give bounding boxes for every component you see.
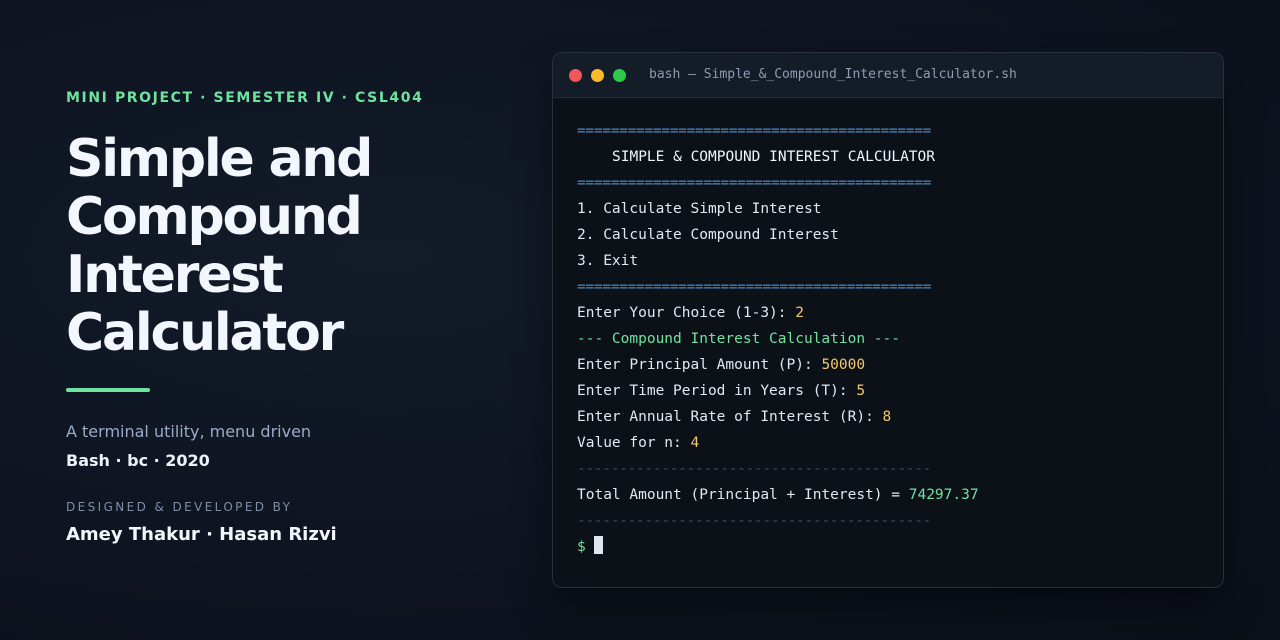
authors: Amey Thakur · Hasan Rizvi bbox=[66, 524, 337, 545]
choice-value: 2 bbox=[795, 305, 804, 321]
tech-stack: Bash · bc · 2020 bbox=[66, 451, 210, 470]
title-line: Simple and bbox=[66, 129, 373, 189]
text-cursor[interactable] bbox=[593, 536, 603, 554]
input-value: 4 bbox=[690, 435, 700, 451]
page-title: Simple and Compound Interest Calculator bbox=[66, 130, 506, 362]
menu-item-exit: 3. Exit bbox=[577, 253, 639, 269]
terminal-window[interactable]: bash — Simple_&_Compound_Interest_Calcul… bbox=[552, 52, 1224, 588]
accent-divider bbox=[66, 388, 150, 392]
terminal-titlebar[interactable]: bash — Simple_&_Compound_Interest_Calcul… bbox=[553, 53, 1223, 98]
choice-prompt: Enter Your Choice (1-3): bbox=[577, 305, 796, 321]
project-info-panel: MINI PROJECT · SEMESTER IV · CSL404 Simp… bbox=[66, 90, 506, 545]
credit-label: DESIGNED & DEVELOPED BY bbox=[66, 500, 293, 514]
principal-line: Enter Principal Amount (P): 50000 bbox=[577, 352, 1199, 378]
terminal-output[interactable]: ========================================… bbox=[553, 98, 1223, 560]
maximize-window-icon[interactable] bbox=[613, 69, 626, 82]
section-title: --- Compound Interest Calculation --- bbox=[577, 331, 901, 347]
separator-line: ----------------------------------------… bbox=[577, 513, 932, 529]
input-label: Value for n: bbox=[577, 435, 691, 451]
minimize-window-icon[interactable] bbox=[591, 69, 604, 82]
close-window-icon[interactable] bbox=[569, 69, 582, 82]
title-line: Compound bbox=[66, 187, 363, 247]
result-label: Total Amount (Principal + Interest) = bbox=[577, 487, 909, 503]
rate-line: Enter Annual Rate of Interest (R): 8 bbox=[577, 404, 1199, 430]
title-line: Calculator bbox=[66, 303, 344, 363]
separator-line: ========================================… bbox=[577, 175, 932, 191]
menu-item-simple: 1. Calculate Simple Interest bbox=[577, 201, 822, 217]
menu-item-compound: 2. Calculate Compound Interest bbox=[577, 227, 839, 243]
input-value: 50000 bbox=[821, 357, 866, 373]
title-line: Interest bbox=[66, 245, 284, 305]
input-value: 8 bbox=[882, 409, 892, 425]
choice-line: Enter Your Choice (1-3): 2 bbox=[577, 300, 1199, 326]
input-label: Enter Time Period in Years (T): bbox=[577, 383, 857, 399]
input-label: Enter Principal Amount (P): bbox=[577, 357, 822, 373]
input-value: 5 bbox=[856, 383, 866, 399]
input-label: Enter Annual Rate of Interest (R): bbox=[577, 409, 883, 425]
separator-line: ========================================… bbox=[577, 279, 932, 295]
separator-line: ----------------------------------------… bbox=[577, 461, 932, 477]
compounding-line: Value for n: 4 bbox=[577, 430, 1199, 456]
separator-line: ========================================… bbox=[577, 123, 932, 139]
eyebrow-label: MINI PROJECT · SEMESTER IV · CSL404 bbox=[66, 90, 424, 106]
result-line: Total Amount (Principal + Interest) = 74… bbox=[577, 482, 1199, 508]
subtitle: A terminal utility, menu driven bbox=[66, 422, 312, 441]
shell-prompt: $ bbox=[577, 539, 586, 555]
window-title: bash — Simple_&_Compound_Interest_Calcul… bbox=[649, 67, 1017, 82]
calculator-heading: SIMPLE & COMPOUND INTEREST CALCULATOR bbox=[612, 149, 936, 165]
shell-prompt-line[interactable]: $ bbox=[577, 534, 1199, 560]
result-value: 74297.37 bbox=[908, 487, 979, 503]
time-line: Enter Time Period in Years (T): 5 bbox=[577, 378, 1199, 404]
